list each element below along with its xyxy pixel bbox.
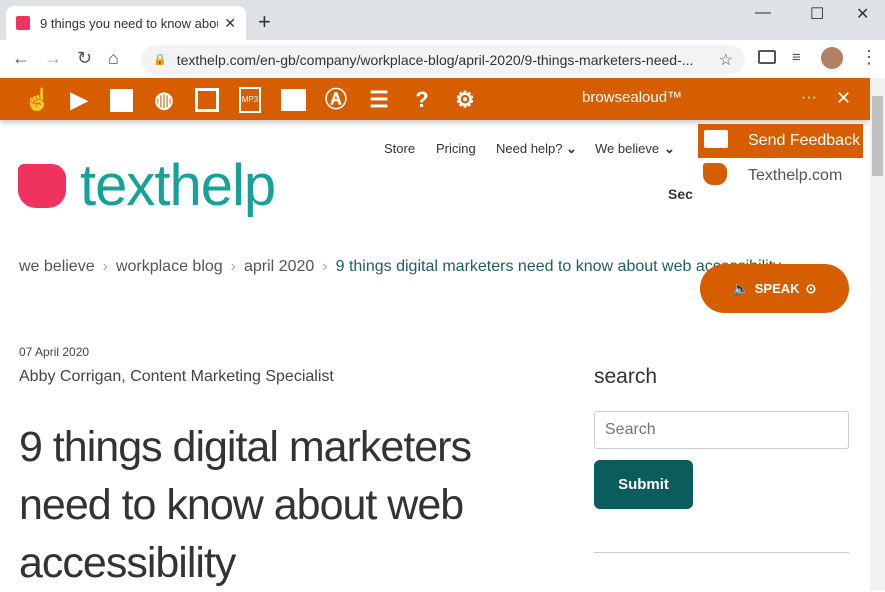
breadcrumb-item[interactable]: we believe [19, 258, 95, 276]
search-link-partial[interactable]: Sec [668, 186, 693, 202]
close-tab-icon[interactable]: ✕ [224, 15, 236, 32]
screen-mask-icon[interactable] [281, 89, 306, 111]
nav-we-believe[interactable]: We believe [595, 141, 659, 156]
bird-logo-icon [18, 163, 66, 208]
submit-button[interactable]: Submit [594, 460, 693, 509]
profile-avatar[interactable] [821, 47, 843, 69]
speak-label: SPEAK [754, 281, 800, 296]
speak-button[interactable]: 🔈 SPEAK ⊙ [700, 264, 849, 313]
mp3-icon[interactable]: MP3 [239, 87, 261, 113]
nav-pricing[interactable]: Pricing [436, 141, 476, 156]
chevron-down-icon: ⌄ [664, 141, 675, 156]
reload-button[interactable]: ↻ [77, 48, 92, 69]
divider [594, 552, 849, 553]
speaker-icon: 🔈 [732, 280, 749, 296]
breadcrumb-item[interactable]: april 2020 [244, 258, 314, 276]
stop-icon[interactable] [110, 89, 133, 112]
globe-icon[interactable]: ◍ [151, 87, 177, 113]
texthelp-logo[interactable]: texthelp [18, 152, 276, 219]
search-input[interactable] [594, 411, 849, 449]
new-tab-button[interactable]: + [258, 9, 271, 35]
tab-title: 9 things you need to know about web acce… [40, 15, 218, 31]
feedback-icon [704, 130, 728, 148]
close-window-button[interactable]: ✕ [856, 4, 869, 24]
play-icon[interactable]: ▶ [66, 87, 92, 113]
chevron-down-icon: ⌄ [566, 141, 577, 156]
url-text: texthelp.com/en-gb/company/workplace-blo… [176, 51, 694, 68]
nav-need-help[interactable]: Need help? [496, 141, 563, 156]
lock-icon: 🔒 [153, 54, 167, 66]
article-author: Abby Corrigan, Content Marketing Special… [19, 368, 334, 385]
logo-text: texthelp [80, 153, 276, 218]
home-button[interactable]: ⌂ [108, 48, 119, 69]
scrollbar-thumb[interactable] [872, 96, 883, 176]
texthelp-link[interactable]: Texthelp.com [748, 167, 842, 185]
hand-pointer-icon[interactable]: ☝ [24, 87, 51, 113]
chevron-right-icon: › [230, 258, 236, 275]
text-download-icon[interactable]: ☰ [366, 87, 392, 113]
chrome-menu-icon[interactable]: ⋮ [860, 47, 878, 68]
article-title: 9 things digital marketers need to know … [19, 423, 472, 587]
breadcrumb-item[interactable]: workplace blog [116, 258, 223, 276]
settings-icon[interactable]: ⚙ [452, 87, 478, 113]
forward-button[interactable]: → [44, 48, 62, 69]
browser-tab[interactable]: 9 things you need to know about web acce… [6, 6, 246, 40]
image-icon[interactable] [195, 88, 219, 112]
chevron-right-icon: › [322, 258, 328, 275]
play-circle-icon: ⊙ [805, 280, 817, 296]
send-feedback-label: Send Feedback [748, 132, 861, 149]
browsealoud-logo: browsealoud™ [582, 89, 683, 106]
minimize-button[interactable]: — [755, 4, 771, 22]
close-toolbar-icon[interactable]: ✕ [836, 88, 851, 109]
cast-icon[interactable] [758, 50, 776, 64]
magnifier-a-icon[interactable]: Ⓐ [323, 87, 349, 113]
article-date: 07 April 2020 [19, 345, 90, 359]
more-icon[interactable]: ··· [801, 89, 817, 107]
texthelp-bird-icon [703, 163, 727, 185]
breadcrumb: we believe › workplace blog › april 2020 › … [19, 258, 781, 276]
nav-store[interactable]: Store [384, 141, 415, 156]
chevron-right-icon: › [102, 258, 108, 275]
media-icon[interactable]: ≡ [792, 49, 801, 66]
search-heading: search [594, 365, 658, 388]
help-icon[interactable]: ? [409, 87, 435, 113]
back-button[interactable]: ← [12, 48, 30, 69]
bookmark-star-icon[interactable]: ☆ [719, 50, 733, 70]
favicon-icon [16, 16, 30, 30]
address-bar[interactable]: 🔒 texthelp.com/en-gb/company/workplace-b… [141, 45, 745, 74]
maximize-button[interactable]: ☐ [810, 4, 824, 24]
